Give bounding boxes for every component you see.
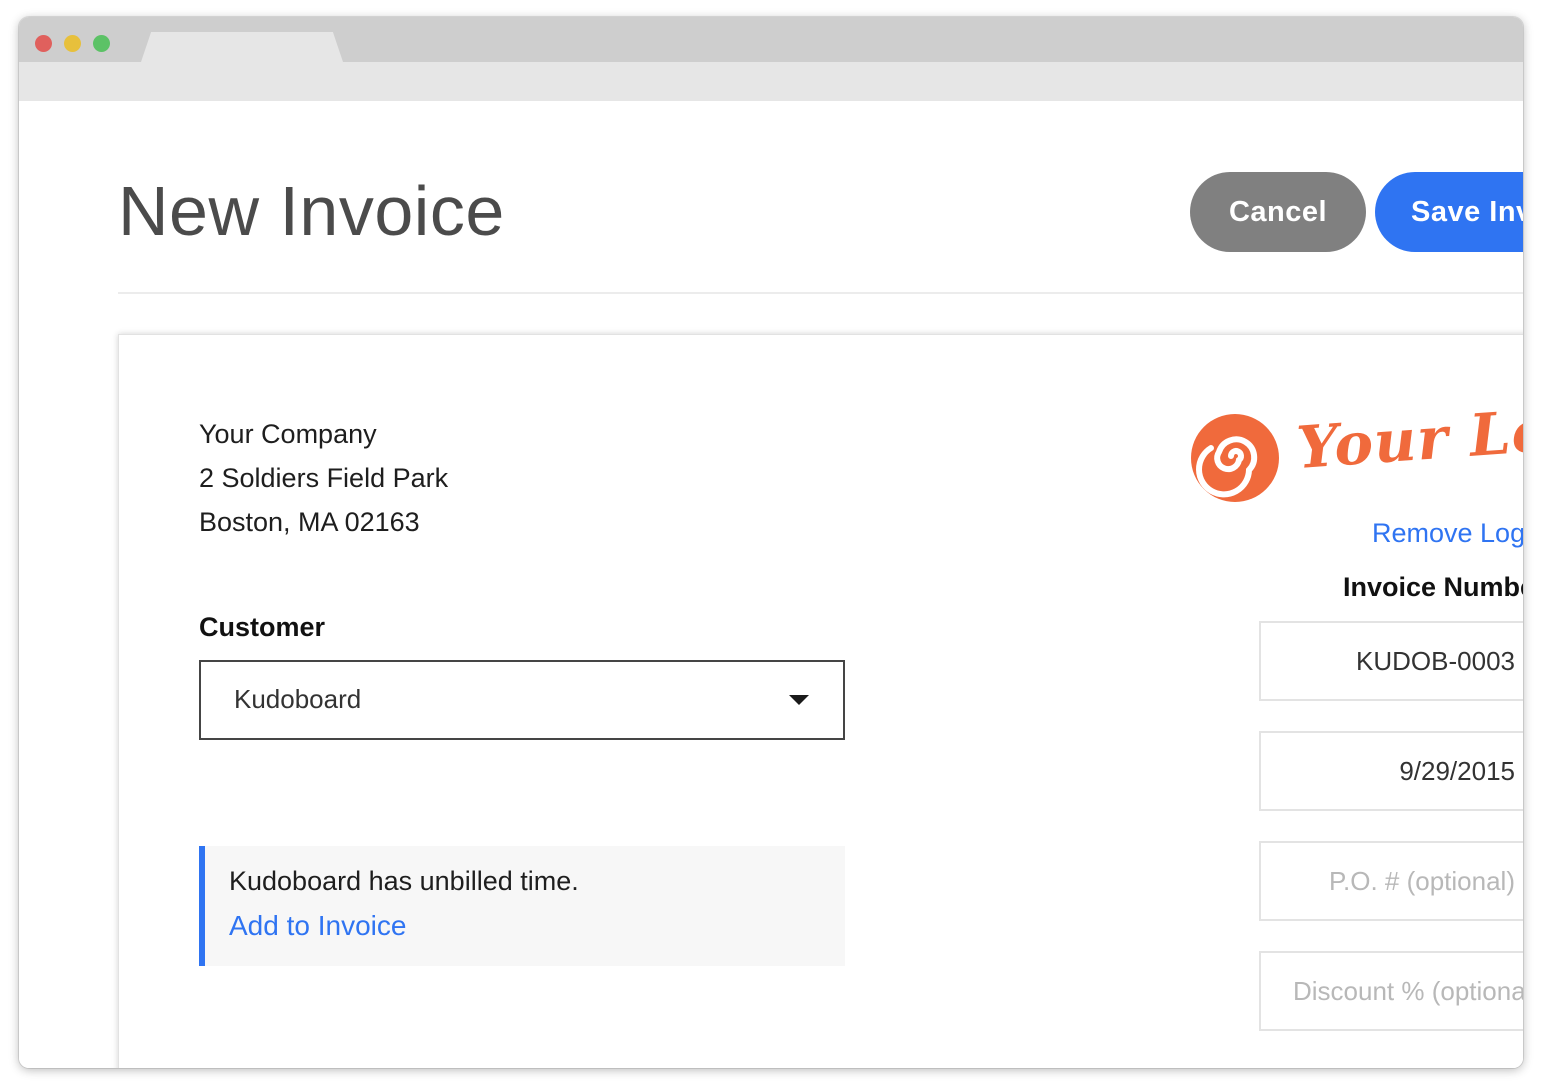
- add-to-invoice-link[interactable]: Add to Invoice: [229, 910, 406, 942]
- invoice-date-value: 9/29/2015: [1399, 756, 1515, 786]
- cancel-button[interactable]: Cancel: [1190, 172, 1366, 252]
- invoice-number-field[interactable]: KUDOB-0003: [1259, 621, 1523, 701]
- swirl-logo-icon: [1191, 414, 1279, 502]
- header-divider: [118, 292, 1523, 294]
- po-number-field[interactable]: P.O. # (optional): [1259, 841, 1523, 921]
- invoice-date-field[interactable]: 9/29/2015: [1259, 731, 1523, 811]
- company-logo: Your Logo: [1189, 391, 1523, 510]
- dropdown-caret-icon: [789, 695, 809, 705]
- browser-tab[interactable]: [141, 32, 343, 62]
- browser-window: New Invoice Cancel Save Invoice Your Com…: [19, 17, 1523, 1068]
- invoice-card: Your Company 2 Soldiers Field Park Bosto…: [118, 334, 1523, 1068]
- customer-selected-value: Kudoboard: [234, 684, 362, 714]
- page-title: New Invoice: [118, 172, 505, 250]
- invoice-number-label: Invoice Number: [1343, 572, 1523, 602]
- close-window-button[interactable]: [35, 35, 52, 52]
- company-name: Your Company: [199, 419, 377, 449]
- browser-toolbar: [19, 62, 1523, 101]
- invoice-number-value: KUDOB-0003: [1356, 646, 1515, 676]
- discount-placeholder: Discount % (optional): [1293, 976, 1523, 1006]
- minimize-window-button[interactable]: [64, 35, 81, 52]
- page-content: New Invoice Cancel Save Invoice Your Com…: [19, 101, 1523, 1068]
- remove-logo-link[interactable]: Remove Logo: [1372, 518, 1523, 549]
- discount-field[interactable]: Discount % (optional): [1259, 951, 1523, 1031]
- notice-message: Kudoboard has unbilled time.: [229, 866, 579, 896]
- company-city: Boston, MA 02163: [199, 507, 420, 537]
- unbilled-time-notice: Kudoboard has unbilled time. Add to Invo…: [199, 846, 845, 966]
- maximize-window-button[interactable]: [93, 35, 110, 52]
- browser-titlebar: [19, 17, 1523, 62]
- save-invoice-button[interactable]: Save Invoice: [1375, 172, 1523, 252]
- company-street: 2 Soldiers Field Park: [199, 463, 449, 493]
- logo-text: Your Logo: [1294, 390, 1523, 482]
- customer-select[interactable]: Kudoboard: [199, 660, 845, 740]
- customer-label: Customer: [199, 612, 326, 642]
- po-number-placeholder: P.O. # (optional): [1329, 866, 1515, 896]
